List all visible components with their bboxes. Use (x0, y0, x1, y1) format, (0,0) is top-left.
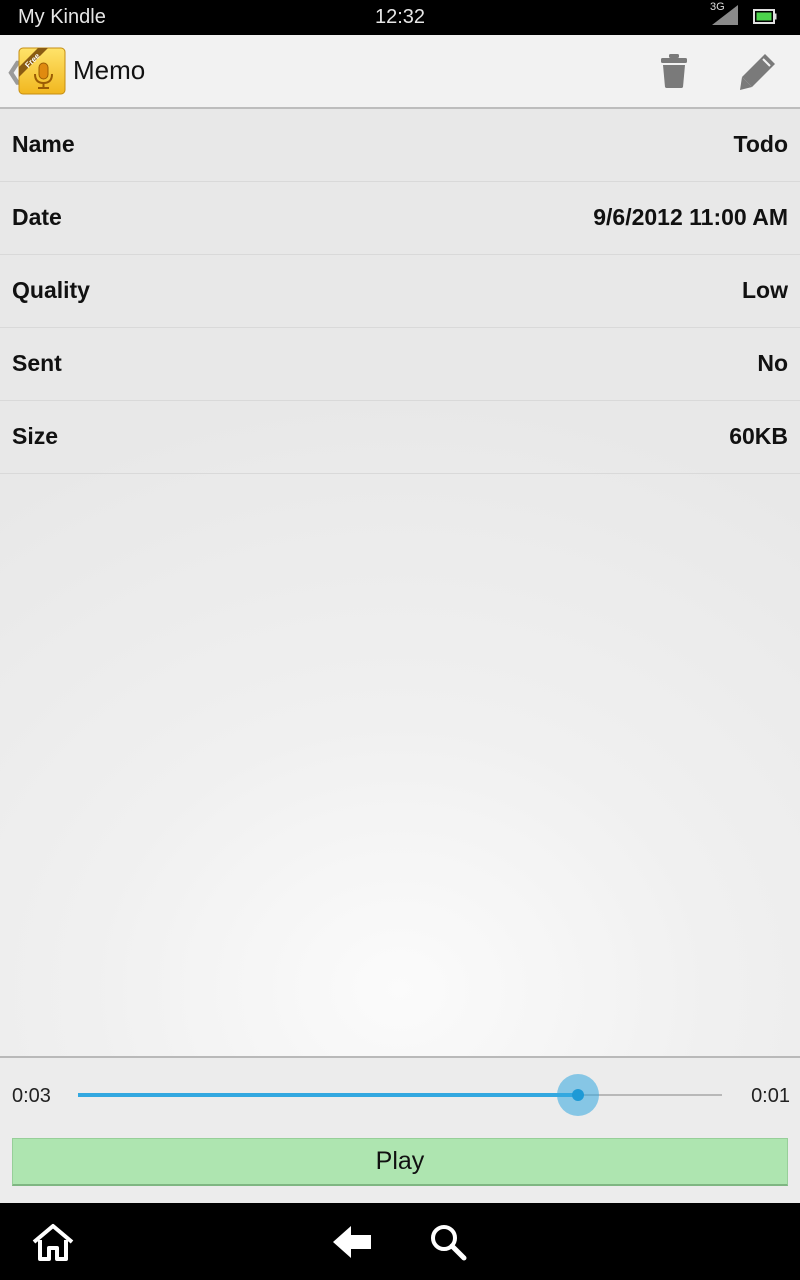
status-bar: My Kindle 12:32 3G (0, 0, 800, 35)
detail-label: Date (12, 204, 62, 230)
detail-value: Todo (733, 131, 789, 157)
status-clock: 12:32 (374, 6, 426, 28)
detail-value: Low (742, 277, 788, 303)
detail-value: 9/6/2012 11:00 AM (593, 204, 788, 230)
search-button[interactable] (423, 1217, 473, 1267)
remaining-time: 0:01 (751, 1085, 790, 1107)
detail-row-size: Size 60KB (0, 401, 800, 474)
detail-label: Name (12, 131, 75, 157)
trash-icon (661, 54, 687, 88)
seek-thumb-dot (572, 1089, 585, 1101)
player-panel: 0:03 0:01 Play (0, 1056, 800, 1205)
play-button[interactable]: Play (12, 1138, 788, 1186)
back-button[interactable] (327, 1217, 377, 1267)
edit-button[interactable] (734, 49, 782, 93)
detail-label: Quality (12, 277, 90, 303)
detail-row-name: Name Todo (0, 109, 800, 182)
detail-value: 60KB (729, 423, 788, 449)
search-icon (431, 1225, 467, 1261)
home-button[interactable] (28, 1217, 78, 1267)
navigation-bar (0, 1203, 800, 1280)
page-title: Memo (73, 55, 146, 85)
detail-label: Sent (12, 350, 62, 376)
app-icon[interactable]: Free (18, 47, 66, 95)
seek-thumb[interactable] (557, 1074, 600, 1116)
screen: My Kindle 12:32 3G ❮ Free Memo Name Todo… (0, 0, 800, 1280)
pencil-icon (740, 54, 775, 90)
network-type-label: 3G (710, 1, 725, 13)
home-icon (32, 1224, 74, 1261)
seek-bar[interactable] (78, 1074, 722, 1116)
action-bar: ❮ Free Memo (0, 35, 800, 109)
memo-details: Name Todo Date 9/6/2012 11:00 AM Quality… (0, 109, 800, 1056)
elapsed-time: 0:03 (12, 1085, 51, 1107)
back-arrow-icon (333, 1226, 371, 1258)
detail-row-quality: Quality Low (0, 255, 800, 328)
detail-value: No (757, 350, 788, 376)
detail-row-date: Date 9/6/2012 11:00 AM (0, 182, 800, 255)
detail-label: Size (12, 423, 59, 449)
battery-icon (753, 9, 777, 24)
details-list: Name Todo Date 9/6/2012 11:00 AM Quality… (0, 109, 800, 474)
detail-row-sent: Sent No (0, 328, 800, 401)
seek-progress (78, 1093, 579, 1097)
delete-button[interactable] (650, 49, 698, 93)
